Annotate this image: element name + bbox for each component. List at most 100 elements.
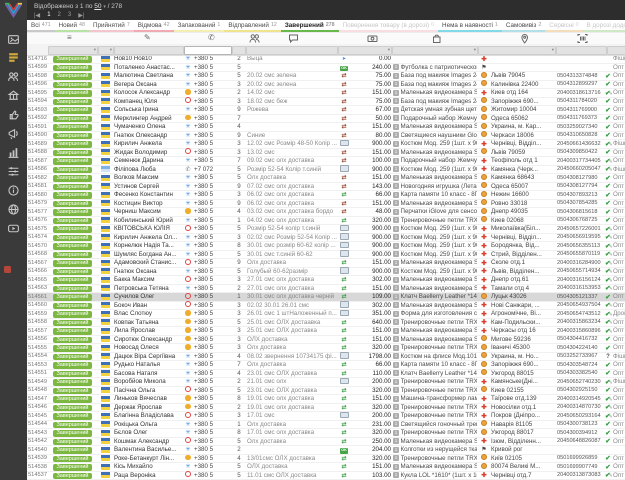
order-row[interactable]: 514575ЗавершенийКВІТОВСЬКА ЮЛІЯ+380 55Ро…: [27, 225, 625, 234]
filter-phone-input[interactable]: [184, 46, 232, 55]
video-icon[interactable]: [7, 222, 20, 235]
order-row[interactable]: 514539ЗавершенийРоке-Бетанкурт Лін...+38…: [27, 455, 625, 464]
people-icon[interactable]: [249, 33, 260, 44]
order-row[interactable]: 514576ЗавершенийКобилинський Юрий✳+380 5…: [27, 217, 625, 226]
last-page-icon[interactable]: ▶|: [78, 12, 84, 19]
order-row[interactable]: 514587ЗавершенийСеменюк Дарина✳+380 5709…: [27, 157, 625, 166]
filter-product-input[interactable]: ▾: [392, 46, 478, 55]
order-row[interactable]: 514570ЗавершенийКорнелюк Надія Та...✳+38…: [27, 242, 625, 251]
order-row[interactable]: 514553ЗавершенийРудько Наталья✳+380 57Ол…: [27, 361, 625, 370]
filter-status-input[interactable]: ▾: [48, 46, 98, 55]
order-row[interactable]: 514547ЗавершенийЛиньков Вячеслав+380 581…: [27, 395, 625, 404]
first-page-icon[interactable]: |◀: [34, 12, 40, 19]
order-row[interactable]: 514556ЗавершенийСиротюк Олександр+380 53…: [27, 336, 625, 345]
tab-Відправлений[interactable]: Відправлений12: [224, 20, 280, 32]
order-row[interactable]: 514543ЗавершенийБєлов Олег✳+380 5817.01 …: [27, 429, 625, 438]
filter-price-input[interactable]: ▾: [338, 46, 392, 55]
pencil-icon[interactable]: ✎: [144, 33, 151, 43]
hand-icon[interactable]: [7, 108, 20, 121]
order-row[interactable]: 514588ЗавершенийЖидак Володимир+380 5313…: [27, 149, 625, 158]
filter-qty-input[interactable]: [232, 46, 246, 55]
tab-Новий[interactable]: Новий48: [55, 20, 89, 32]
order-row[interactable]: 514551ЗавершенийБасова Наталя✳+380 5423.…: [27, 370, 625, 379]
order-row[interactable]: 514582ЗавершенийВолков Максим✳+380 55Олх…: [27, 174, 625, 183]
tab-В дорозі додому[interactable]: В дорозі додому: [583, 20, 625, 32]
order-row[interactable]: 514559ЗавершенийВлас Слотюу+380 5326.01 …: [27, 310, 625, 319]
tab-Завершений[interactable]: Завершений278: [281, 20, 339, 32]
order-row[interactable]: 514579ЗавершенийКостицин Виктор✳+380 590…: [27, 200, 625, 209]
order-row[interactable]: 514594ЗавершенийКомпанец Юля+380 5318.02…: [27, 98, 625, 107]
page-number[interactable]: 1: [47, 12, 50, 19]
statistics-icon[interactable]: [7, 146, 20, 159]
order-row[interactable]: 514716ЗавершенийНов10 Нов10✳+380 52Выца➤…: [27, 55, 625, 64]
order-row[interactable]: 514538ЗавершенийКісь Михайло✳+380 55ОЛХ …: [27, 463, 625, 472]
order-row[interactable]: 514577ЗавершенийЧерниш Максим+380 5403.0…: [27, 208, 625, 217]
order-row[interactable]: 514596ЗавершенийВегера Оксана✳+380 5320.…: [27, 81, 625, 90]
location-pin-icon[interactable]: [519, 33, 530, 44]
order-row[interactable]: 514565ЗавершенийБакка Максим+380 5327.01…: [27, 276, 625, 285]
order-row[interactable]: 514566ЗавершенийГнатюк Оксана✳+380 55Гол…: [27, 268, 625, 277]
filter-tracking-input[interactable]: [556, 46, 607, 55]
order-row[interactable]: 514590ЗавершенийГнатюк Олександр✳+380 59…: [27, 132, 625, 141]
order-row[interactable]: 514546ЗавершенийДержак Ярослав+380 5219.…: [27, 404, 625, 413]
order-row[interactable]: 514537ЗавершенийРаца Вероніка+380 5511.0…: [27, 472, 625, 480]
tab-Самовивіз[interactable]: Самовивіз2: [502, 20, 545, 32]
order-row[interactable]: 514591ЗавершенийЧумаченко Олена✳+380 54⇄…: [27, 123, 625, 132]
sliders-icon[interactable]: [7, 165, 20, 178]
page-number[interactable]: 3: [68, 12, 71, 19]
tab-Відмова[interactable]: Відмова42: [134, 20, 174, 32]
order-row[interactable]: 514598ЗавершенийМалютина Светлана✳+380 5…: [27, 72, 625, 81]
order-row[interactable]: 514545ЗавершенийБлагінна Владіслава+380 …: [27, 412, 625, 421]
filter-city-input[interactable]: ▾: [478, 46, 556, 55]
clients-icon[interactable]: [7, 70, 20, 83]
network-icon[interactable]: [7, 203, 20, 216]
order-row[interactable]: 514549ЗавершенийВоробйов Микола✳+380 522…: [27, 378, 625, 387]
bank-icon[interactable]: [7, 89, 20, 102]
order-row[interactable]: 514593ЗавершенийСольська Ірина✳+380 59Ро…: [27, 106, 625, 115]
tab-Прийнятий[interactable]: Прийнятий7: [89, 20, 134, 32]
app-logo-icon[interactable]: [3, 2, 24, 19]
comment-bubble-icon[interactable]: [288, 33, 299, 44]
page-size-dropdown[interactable]: 50: [94, 3, 101, 10]
order-row[interactable]: 514558ЗавершенийКовпак Татьяна+380 5525.…: [27, 319, 625, 328]
orders-list-icon[interactable]: [7, 51, 20, 64]
order-row[interactable]: 514567ЗавершенийАдамовский Станис...+380…: [27, 259, 625, 268]
page-number[interactable]: 2: [58, 12, 61, 19]
order-row[interactable]: 514581ЗавершенийУстинов Сергей✳+380 5907…: [27, 183, 625, 192]
order-row[interactable]: 514574ЗавершенийКирилич Анжела Ол...✳+38…: [27, 234, 625, 243]
filter-tag-input[interactable]: [607, 46, 625, 55]
filter-flag-input[interactable]: ▾: [98, 46, 114, 55]
status-list-icon[interactable]: ≡: [67, 33, 72, 43]
order-row[interactable]: 514560ЗавершенийБокоч Иван+380 5302.02 3…: [27, 302, 625, 311]
order-row[interactable]: 514568ЗавершенийШумляс Богдана Ан...✳+38…: [27, 251, 625, 260]
barcode-icon[interactable]: [577, 33, 588, 44]
phone-handset-icon[interactable]: ✆: [208, 33, 215, 43]
order-row[interactable]: 514554ЗавершенийДацюк Віра Сергіївна✳+38…: [27, 353, 625, 362]
order-row[interactable]: 514592ЗавершенийМерклингер Андрей+380 57…: [27, 115, 625, 124]
order-row[interactable]: 514580ЗавершенийФесенко Константин✳+380 …: [27, 191, 625, 200]
order-row[interactable]: 514540ЗавершенийВалентина Василье...✳+38…: [27, 446, 625, 455]
filter-name-input[interactable]: [114, 46, 184, 55]
order-row[interactable]: 514595ЗавершенийКолосок Александр+380 52…: [27, 89, 625, 98]
order-row[interactable]: 514544ЗавершенийРокіцька Ольга✳+380 51Ол…: [27, 421, 625, 430]
tab-Запакований[interactable]: Запакований1: [174, 20, 225, 32]
tab-Всі[interactable]: Всі471: [27, 20, 55, 32]
order-row[interactable]: 514599ЗавершенийПоталенко Анастас...✳+38…: [27, 64, 625, 73]
order-row[interactable]: 514563ЗавершенийПетровська Тетяна✳+380 5…: [27, 285, 625, 294]
order-row[interactable]: 514542ЗавершенийКошмак Александр+380 55О…: [27, 438, 625, 447]
info-icon[interactable]: [7, 184, 20, 197]
tab-Сервісні[interactable]: Сервісні0: [545, 20, 582, 32]
tab-Повернення товару (в дорозі)[interactable]: Повернення товару (в дорозі)0: [339, 20, 438, 32]
order-row[interactable]: 514557ЗавершенийЛила Ярослав+380 5325.01…: [27, 327, 625, 336]
order-row[interactable]: 514589ЗавершенийКирилич Анжела✳+380 5312…: [27, 140, 625, 149]
dashboard-icon[interactable]: [7, 33, 20, 46]
tab-Нема в наявності[interactable]: Нема в наявності1: [438, 20, 502, 32]
order-row[interactable]: 514555ЗавершенийНовосад Олеся+380 53Олх …: [27, 344, 625, 353]
order-row[interactable]: 514586ЗавершенийФіліпова Люба✆+7 0725Роз…: [27, 166, 625, 175]
product-bag-icon[interactable]: [431, 33, 442, 44]
megaphone-icon[interactable]: [7, 127, 20, 140]
money-icon[interactable]: [367, 33, 378, 44]
order-row[interactable]: 514561ЗавершенийСучилов Олег+380 5130.01…: [27, 293, 625, 302]
filter-comment-input[interactable]: [246, 46, 338, 55]
notification-badge[interactable]: [4, 266, 11, 273]
